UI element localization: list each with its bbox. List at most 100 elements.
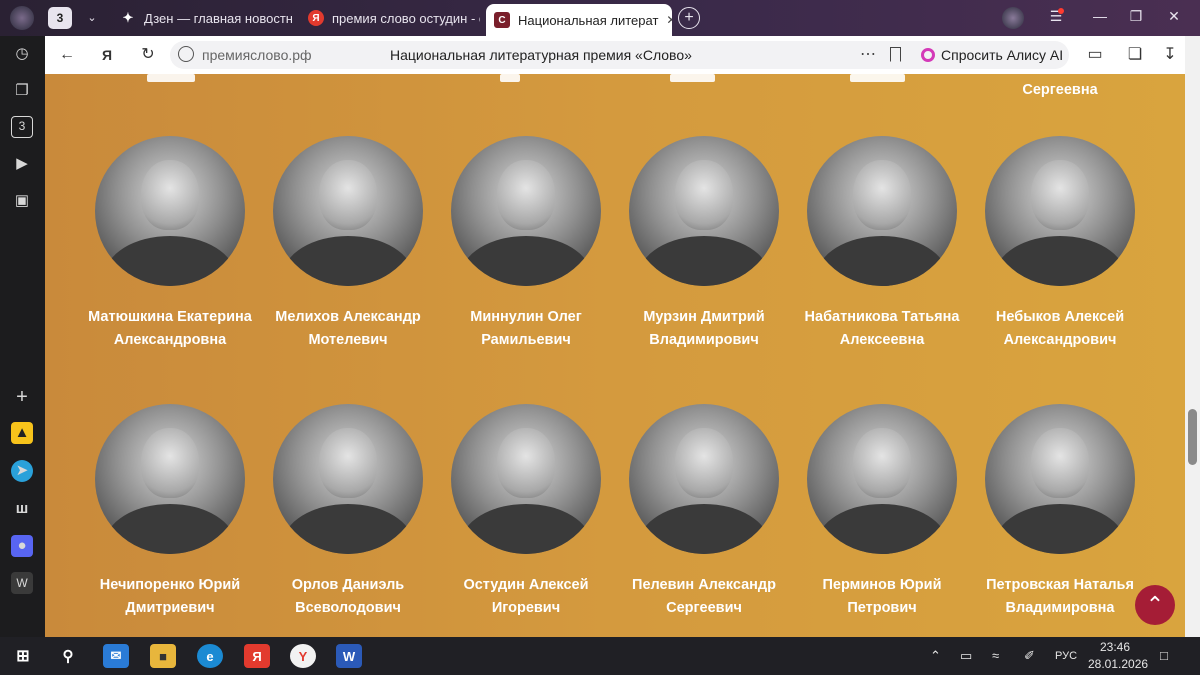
person-name: Матюшкина Екатерина Александровна (88, 309, 252, 348)
person-card[interactable]: Пелевин Александр Сергеевич (619, 404, 789, 619)
sidebar-counter[interactable]: 3 (11, 116, 33, 138)
tab-search[interactable]: Я премия слово остудин - с (300, 4, 480, 32)
yandex-icon: Я (308, 10, 324, 26)
notifications-icon[interactable]: □ (1160, 648, 1168, 663)
person-photo (273, 136, 423, 286)
person-name: Орлов Даниэль Всеволодович (291, 577, 405, 616)
previous-row-text (850, 74, 905, 82)
restore-icon[interactable]: ❐ (1126, 8, 1146, 25)
video-icon[interactable]: ▶ (11, 153, 33, 175)
person-name: Остудин Алексей Игоревич (463, 577, 589, 616)
person-photo (451, 404, 601, 554)
url-field[interactable]: премияслово.рф Национальная литературная… (170, 41, 1030, 69)
file-explorer-icon[interactable]: ■ (150, 644, 176, 668)
person-photo (629, 404, 779, 554)
close-window-icon[interactable]: ✕ (1164, 8, 1184, 25)
person-card[interactable]: Небыков Алексей Александрович (975, 136, 1145, 351)
browser-tab-bar: 3 ⌄ ✦ Дзен — главная новостна Я премия с… (0, 0, 1200, 36)
person-photo (807, 404, 957, 554)
app-icon[interactable]: ш (11, 498, 33, 520)
person-name: Набатникова Татьяна Алексеевна (804, 309, 960, 348)
new-tab-button[interactable]: + (678, 7, 700, 29)
edge-icon[interactable]: e (197, 644, 223, 668)
clock-date[interactable]: 28.01.2026 (1088, 657, 1148, 671)
wifi-icon[interactable]: ≈ (992, 648, 999, 663)
history-icon[interactable]: ◷ (11, 43, 33, 65)
yandex-maps-icon[interactable]: ▲ (11, 422, 33, 444)
person-photo (273, 404, 423, 554)
minimize-icon[interactable]: — (1090, 8, 1110, 24)
person-card[interactable]: Петровская Наталья Владимировна (975, 404, 1145, 619)
person-card[interactable]: Матюшкина Екатерина Александровна (85, 136, 255, 351)
alice-icon (921, 48, 935, 62)
person-card[interactable]: Остудин Алексей Игоревич (441, 404, 611, 619)
person-card[interactable]: Набатникова Татьяна Алексеевна (797, 136, 967, 351)
person-name: Миннулин Олег Рамильевич (470, 309, 582, 348)
tab-counter-button[interactable]: 3 (48, 7, 72, 29)
chevron-up-icon: ⌃ (1145, 592, 1165, 617)
previous-row-text (147, 74, 195, 82)
previous-row-name: Сергеевна (1022, 82, 1098, 98)
telegram-icon[interactable]: ➤ (11, 460, 33, 482)
address-bar: ← Я ↻ премияслово.рф Национальная литера… (45, 36, 1200, 74)
reload-icon[interactable]: ↻ (138, 45, 158, 65)
more-options-icon[interactable]: ⋯ (860, 44, 876, 64)
yandex-home-icon[interactable]: Я (97, 45, 117, 65)
word-sidebar-icon[interactable]: W (11, 572, 33, 594)
battery-saver-icon[interactable]: ▭ (1085, 45, 1105, 65)
clock-time[interactable]: 23:46 (1100, 640, 1130, 654)
search-icon[interactable]: ⚲ (55, 644, 81, 668)
person-photo (451, 136, 601, 286)
person-photo (985, 404, 1135, 554)
person-card[interactable]: Миннулин Олег Рамильевич (441, 136, 611, 351)
person-card[interactable]: Мелихов Александр Мотелевич (263, 136, 433, 351)
person-photo (95, 136, 245, 286)
person-name: Петровская Наталья Владимировна (986, 577, 1134, 616)
person-card[interactable]: Перминов Юрий Петрович (797, 404, 967, 619)
person-photo (95, 404, 245, 554)
screenshot-icon[interactable]: ▣ (11, 190, 33, 212)
mail-icon[interactable]: ✉ (103, 644, 129, 668)
person-name: Пелевин Александр Сергеевич (632, 577, 776, 616)
person-card[interactable]: Мурзин Дмитрий Владимирович (619, 136, 789, 351)
downloads-icon[interactable]: ↧ (1160, 45, 1180, 65)
url-domain: премияслово.рф (202, 47, 312, 63)
profile-avatar[interactable] (10, 6, 34, 30)
bookmark-icon[interactable] (890, 47, 901, 62)
back-arrow-icon[interactable]: ← (57, 45, 77, 65)
battery-icon[interactable]: ▭ (960, 648, 972, 664)
url-page-title: Национальная литературная премия «Слово» (390, 47, 692, 63)
collections-icon[interactable]: ❏ (1125, 45, 1145, 65)
person-photo (985, 136, 1135, 286)
add-panel-icon[interactable]: + (11, 386, 33, 408)
person-photo (629, 136, 779, 286)
tray-expand-icon[interactable]: ⌃ (930, 648, 941, 664)
slovo-icon: C (494, 12, 510, 28)
alice-label: Спросить Алису AI (941, 47, 1064, 63)
tab-dzen[interactable]: ✦ Дзен — главная новостна (112, 4, 292, 32)
account-avatar[interactable] (1002, 7, 1024, 29)
discord-icon[interactable]: ● (11, 535, 33, 557)
sparkle-icon: ✦ (122, 10, 134, 25)
scrollbar-thumb[interactable] (1188, 409, 1197, 465)
pen-icon[interactable]: ✐ (1024, 648, 1035, 664)
tab-slovo[interactable]: C Национальная литерат ✕ (486, 4, 672, 36)
word-icon[interactable]: W (336, 644, 362, 668)
ask-alice-button[interactable]: Спросить Алису AI (913, 41, 1069, 69)
yandex-app-icon[interactable]: Y (290, 644, 316, 668)
windows-start-icon[interactable]: ⊞ (10, 644, 36, 668)
scroll-to-top-button[interactable]: ⌃ (1135, 585, 1175, 625)
person-name: Мурзин Дмитрий Владимирович (643, 309, 765, 348)
tabs-dropdown-icon[interactable]: ⌄ (80, 7, 104, 29)
person-card[interactable]: Орлов Даниэль Всеволодович (263, 404, 433, 619)
person-card[interactable]: Нечипоренко Юрий Дмитриевич (85, 404, 255, 619)
previous-row-text (500, 74, 520, 82)
person-name: Перминов Юрий Петрович (822, 577, 942, 616)
language-indicator[interactable]: РУС (1055, 650, 1077, 662)
yandex-browser-icon[interactable]: Я (244, 644, 270, 668)
tab-label: Национальная литерат (518, 12, 659, 28)
close-tab-icon[interactable]: ✕ (666, 13, 672, 27)
tab-label: Дзен — главная новостна (144, 10, 292, 26)
scrollbar[interactable] (1185, 36, 1200, 637)
tabs-icon[interactable]: ❐ (11, 80, 33, 102)
